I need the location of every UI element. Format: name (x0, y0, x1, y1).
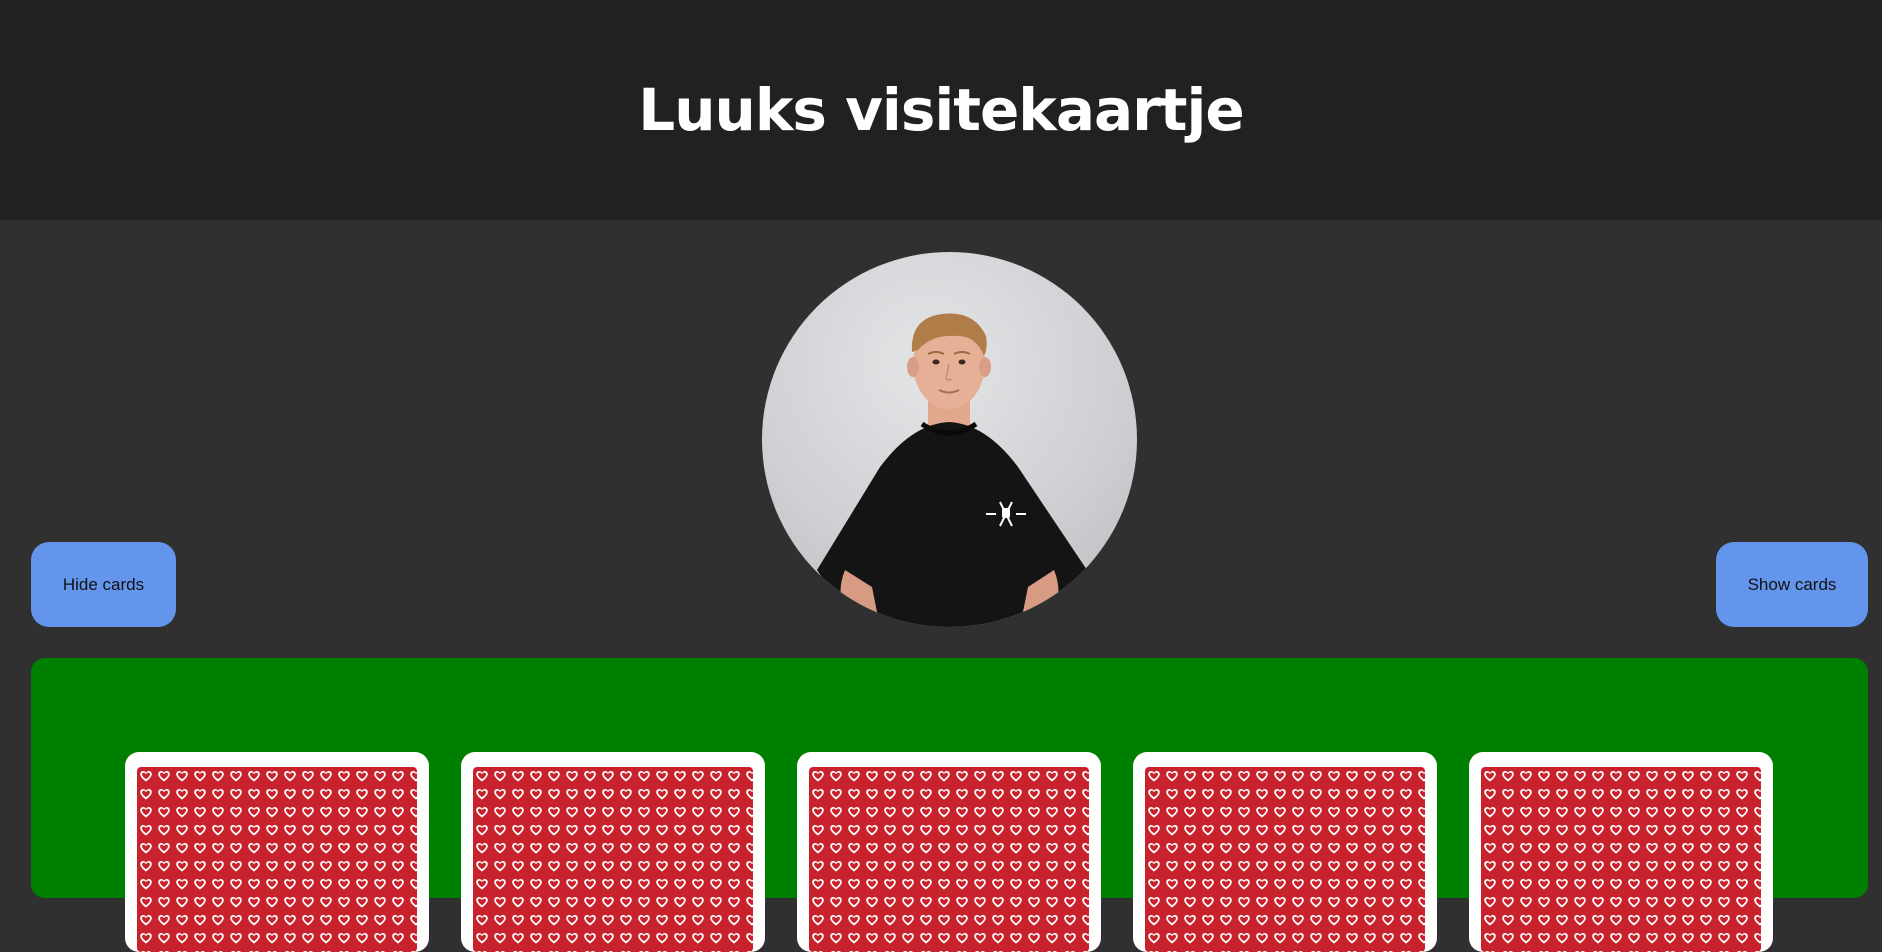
playing-card[interactable] (1469, 752, 1773, 952)
heart-pattern-icon (809, 767, 1089, 952)
playing-card[interactable] (461, 752, 765, 952)
card-back (1481, 767, 1761, 952)
card-back (137, 767, 417, 952)
heart-pattern-icon (1481, 767, 1761, 952)
heart-pattern-icon (1145, 767, 1425, 952)
card-back (809, 767, 1089, 952)
playing-card[interactable] (797, 752, 1101, 952)
person-photo-icon (817, 313, 1087, 627)
playing-card[interactable] (1133, 752, 1437, 952)
card-back (473, 767, 753, 952)
avatar (762, 252, 1137, 627)
page-title: Luuks visitekaartje (638, 76, 1244, 144)
page-header: Luuks visitekaartje (0, 0, 1882, 220)
heart-pattern-icon (137, 767, 417, 952)
card-table (31, 658, 1868, 952)
hide-cards-button[interactable]: Hide cards (31, 542, 176, 627)
show-cards-button[interactable]: Show cards (1716, 542, 1868, 627)
card-back (1145, 767, 1425, 952)
heart-pattern-icon (473, 767, 753, 952)
playing-card[interactable] (125, 752, 429, 952)
